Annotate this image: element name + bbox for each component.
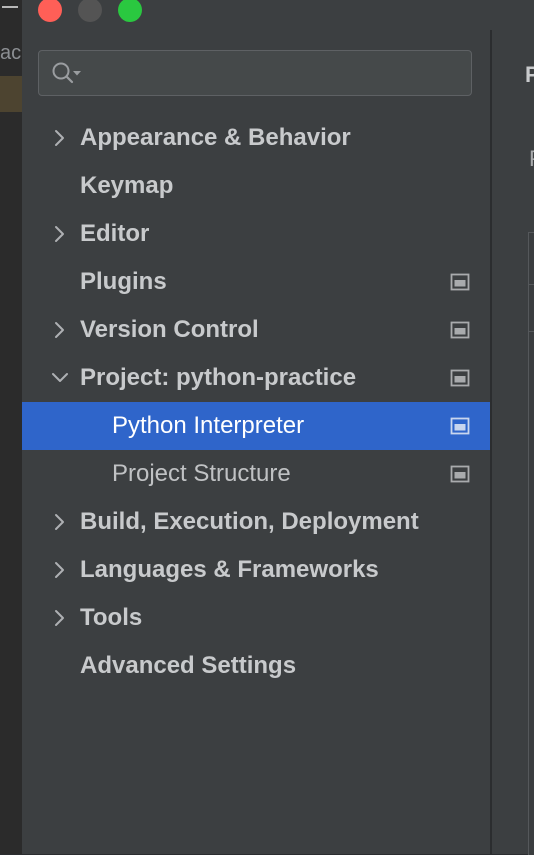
tree-item[interactable]: Editor <box>22 210 490 258</box>
tree-item-label: Python Interpreter <box>112 412 305 439</box>
settings-search-box[interactable] <box>38 50 472 96</box>
background-highlight <box>0 76 24 112</box>
tree-item-label: Advanced Settings <box>80 652 297 679</box>
background-text-fragment: ac <box>0 42 22 64</box>
project-level-settings-icon <box>450 465 470 488</box>
settings-sidebar: Appearance & Behavior Keymap Editor Plugins… <box>22 30 490 854</box>
title-bar <box>22 0 534 30</box>
tree-item-label: Tools <box>80 604 143 631</box>
tree-item[interactable]: Python Interpreter <box>22 402 490 450</box>
tree-item-label: Version Control <box>80 316 259 343</box>
tree-item[interactable]: Version Control <box>22 306 490 354</box>
tree-item-label: Project: python-practice <box>80 364 357 391</box>
background-dash <box>2 6 18 8</box>
background-window-edge: ac <box>0 0 24 854</box>
search-input[interactable] <box>87 59 461 89</box>
tree-item[interactable]: Languages & Frameworks <box>22 546 490 594</box>
chevron-right-icon[interactable] <box>50 128 70 148</box>
tree-item[interactable]: Build, Execution, Deployment <box>22 498 490 546</box>
tree-item-label: Languages & Frameworks <box>80 556 379 583</box>
content-panel-row[interactable] <box>528 284 534 332</box>
project-level-settings-icon <box>450 369 470 392</box>
project-level-settings-icon <box>450 273 470 296</box>
project-level-settings-icon <box>450 417 470 440</box>
chevron-right-icon[interactable] <box>50 512 70 532</box>
zoom-window-button[interactable] <box>118 0 142 22</box>
close-window-button[interactable] <box>38 0 62 22</box>
chevron-right-icon[interactable] <box>50 608 70 628</box>
tree-item[interactable]: Plugins <box>22 258 490 306</box>
project-level-settings-icon <box>450 321 470 344</box>
settings-tree: Appearance & Behavior Keymap Editor Plugins… <box>22 114 490 690</box>
tree-item-label: Project Structure <box>112 460 291 487</box>
tree-item-label: Plugins <box>80 268 167 295</box>
tree-item-label: Editor <box>80 220 150 247</box>
tree-item-label: Keymap <box>80 172 174 199</box>
tree-item-label: Build, Execution, Deployment <box>80 508 419 535</box>
settings-content-pane: P P <box>492 30 534 855</box>
settings-window: Appearance & Behavior Keymap Editor Plugins… <box>22 0 534 855</box>
tree-item[interactable]: Keymap <box>22 162 490 210</box>
tree-item[interactable]: Project Structure <box>22 450 490 498</box>
tree-item[interactable]: Advanced Settings <box>22 642 490 690</box>
tree-item[interactable]: Appearance & Behavior <box>22 114 490 162</box>
tree-item-label: Appearance & Behavior <box>80 124 351 151</box>
content-subtitle: P <box>529 146 534 172</box>
search-options-icon[interactable] <box>51 61 85 90</box>
tree-item[interactable]: Tools <box>22 594 490 642</box>
chevron-right-icon[interactable] <box>50 560 70 580</box>
chevron-right-icon[interactable] <box>50 320 70 340</box>
content-title: P <box>525 62 534 87</box>
minimize-window-button[interactable] <box>78 0 102 22</box>
tree-item[interactable]: Project: python-practice <box>22 354 490 402</box>
chevron-right-icon[interactable] <box>50 224 70 244</box>
chevron-down-icon[interactable] <box>50 368 70 388</box>
